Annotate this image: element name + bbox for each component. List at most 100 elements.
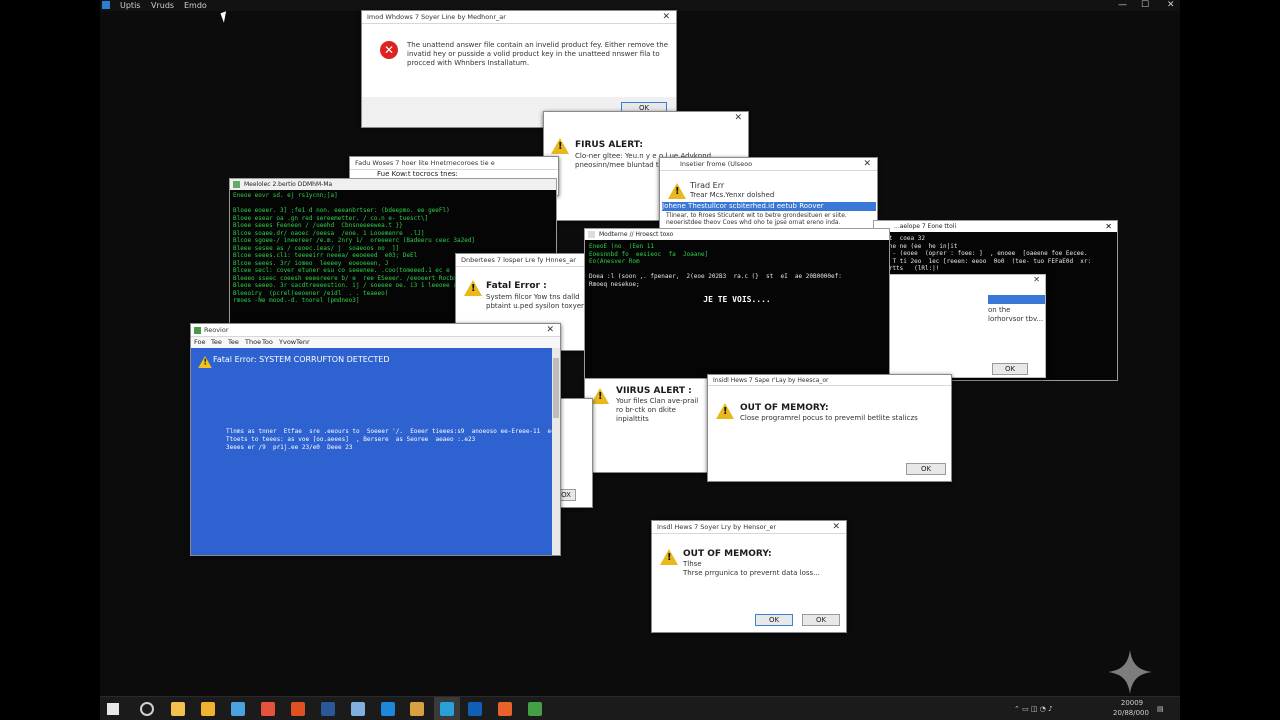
dialog-sub: Trear Mcs.Yenxr dolshed bbox=[690, 191, 775, 199]
menu-item[interactable]: Tee bbox=[228, 337, 239, 348]
scrollbar[interactable] bbox=[552, 348, 560, 555]
selected-bar bbox=[988, 295, 1045, 304]
title-bar: Imod Whdows 7 Soyer Line by Medhonr_ar ✕ bbox=[362, 11, 676, 24]
warning-icon bbox=[660, 549, 678, 565]
window-icon bbox=[194, 327, 201, 334]
dialog-message: Tlhse Thrse prrgunica to prevernt data l… bbox=[683, 560, 820, 577]
dialog-title: Insdl Hews 7 Soyer Lry by Hensor_er bbox=[657, 523, 777, 531]
menu-item[interactable]: Tenr bbox=[296, 337, 310, 348]
dialog-title: Dnbertees 7 losper Lre fy Hnnes_ar bbox=[461, 256, 576, 264]
dialog-heading: OUT OF MEMORY: bbox=[683, 549, 772, 559]
dialog-title: Insetier frome (Ulseoo bbox=[680, 160, 753, 168]
window-title: Reovior bbox=[204, 326, 229, 334]
close-icon[interactable]: ✕ bbox=[662, 11, 670, 24]
dialog-title: Imod Whdows 7 Soyer Line by Medhonr_ar bbox=[367, 13, 506, 21]
warning-icon bbox=[464, 280, 482, 296]
search-icon[interactable] bbox=[140, 702, 154, 716]
error-heading: Fatal Error: SYSTEM CORRUFTON DETECTED bbox=[213, 355, 390, 364]
dialog-heading: Fatal Error : bbox=[486, 281, 547, 291]
close-icon[interactable]: ✕ bbox=[1033, 275, 1040, 284]
ok-button[interactable]: OK bbox=[992, 363, 1028, 375]
monitor-icon[interactable] bbox=[231, 702, 245, 716]
minimize-icon[interactable]: — bbox=[1118, 0, 1127, 11]
terminal-output-green: EneoE (no (Een 11 Eoesnnbd fo eesieoc fa… bbox=[589, 243, 709, 265]
ok-button[interactable]: OK bbox=[755, 614, 793, 626]
network-icon[interactable] bbox=[351, 702, 365, 716]
out-of-memory-dialog-2: Insdl Hews 7 Soyer Lry by Hensor_er ✕ OU… bbox=[651, 520, 847, 633]
warning-icon bbox=[668, 183, 686, 199]
virus-alert-dialog: VIIRUS ALERT : Your files Clan ave-prail… bbox=[584, 375, 712, 473]
menu-item-1[interactable]: Uptis bbox=[120, 0, 140, 11]
out-of-memory-dialog: Insidl Hews 7 Sape r'Lay by Heesca_or OU… bbox=[707, 374, 952, 482]
dialog-message: System filcor Yow tns dalld pbtaint u.pe… bbox=[486, 293, 584, 310]
terminal-title: Meelolec 2.bertio DDMhM-Ma bbox=[244, 181, 333, 188]
menu-item[interactable]: Tee bbox=[211, 337, 222, 348]
error-icon: ✕ bbox=[380, 41, 398, 59]
close-icon[interactable]: ✕ bbox=[734, 112, 742, 125]
center-terminal-window: Modterne // Hroesct toxo EneoE (no (Een … bbox=[584, 228, 890, 379]
dialog-heading: Fue Kow:t tocrocs tnes: bbox=[377, 170, 458, 178]
warning-icon bbox=[716, 403, 734, 419]
system-corruption-window: Reovior ✕ Foe Tee Tee ThoeToo YvowTenr Fatal… bbox=[190, 323, 561, 556]
edge-icon[interactable] bbox=[381, 702, 395, 716]
app-icon[interactable] bbox=[528, 702, 542, 716]
folder-icon[interactable] bbox=[201, 702, 215, 716]
menu-bar: Foe Tee Tee Thoe Too Yvow Tenr bbox=[191, 337, 560, 348]
dialog-heading: OUT OF MEMORY: bbox=[740, 403, 829, 413]
store-icon[interactable] bbox=[261, 702, 275, 716]
dialog-message: Tlinear, to Rroes Sticutent wit to betre… bbox=[666, 212, 847, 226]
menu-item-2[interactable]: Vruds bbox=[151, 0, 174, 11]
selected-item[interactable]: Johene Thestullcor scbiterhed.id eetub R… bbox=[662, 202, 876, 211]
dialog-message: The unattend answer file contain an inve… bbox=[407, 41, 669, 67]
ok-button-2[interactable]: OK bbox=[802, 614, 840, 626]
alert-message: Your files Clan ave-prail ro br-ctk on d… bbox=[616, 397, 699, 423]
menu-item[interactable]: Yvow bbox=[279, 337, 296, 348]
warning-icon bbox=[591, 388, 609, 404]
warning-icon bbox=[198, 356, 212, 368]
firefox-icon[interactable] bbox=[498, 702, 512, 716]
file-explorer-icon[interactable] bbox=[171, 702, 185, 716]
paint-icon[interactable] bbox=[410, 702, 424, 716]
sparkle-icon bbox=[1108, 650, 1152, 694]
tirad-error-dialog: Insetier frome (Ulseoo ✕ Tirad Err Trear… bbox=[659, 157, 878, 230]
ok-button[interactable]: OK bbox=[906, 463, 946, 475]
terminal-title: Modterne // Hroesct toxo bbox=[599, 231, 674, 238]
close-icon[interactable]: ✕ bbox=[1167, 0, 1175, 11]
maximize-icon[interactable]: ☐ bbox=[1141, 0, 1149, 11]
notification-icon[interactable]: ▤ bbox=[1157, 703, 1164, 715]
word-icon[interactable] bbox=[321, 702, 335, 716]
warning-icon bbox=[551, 138, 569, 154]
tray-icons[interactable]: ⌃ ▭ ◫ ◔ ♪ bbox=[1014, 703, 1053, 715]
dialog-heading: Tirad Err bbox=[690, 181, 725, 190]
dialog-title: Insidl Hews 7 Sape r'Lay by Heesca_or bbox=[713, 377, 829, 384]
dialog-title: Fadu Woses 7 hoer lite Hnetrnecoroes tie… bbox=[355, 159, 495, 167]
close-icon[interactable]: ✕ bbox=[1105, 221, 1112, 232]
scrollbar-thumb[interactable] bbox=[553, 358, 559, 418]
menu-item[interactable]: Thoe bbox=[245, 337, 261, 348]
alert-heading: VIIRUS ALERT : bbox=[616, 386, 692, 396]
browser-icon[interactable] bbox=[291, 702, 305, 716]
right-small-dialog: ✕ on the lorhorvsor tbv... OK bbox=[887, 274, 1046, 378]
dialog-text: on the lorhorvsor tbv... bbox=[988, 306, 1044, 323]
menu-item[interactable]: Foe bbox=[194, 337, 205, 348]
close-icon[interactable]: ✕ bbox=[832, 521, 840, 534]
taskbar: ⌃ ▭ ◫ ◔ ♪ 20009 20/88/000 ▤ bbox=[100, 696, 1180, 720]
terminal-output-white: Doea :l (soon ,. fpenaer, 2(eoe 202B3 ra… bbox=[589, 273, 842, 288]
menu-item-3[interactable]: Emdo bbox=[184, 0, 207, 11]
terminal-output: ...t coea 32 1. ne ne (ee he in|it aea -… bbox=[878, 235, 1092, 272]
terminal-icon bbox=[233, 181, 240, 188]
mouse-cursor-icon bbox=[220, 11, 230, 23]
error-details: Tlnms as tnner Etfae sre .eeours to Soee… bbox=[226, 428, 560, 451]
close-icon[interactable]: ✕ bbox=[546, 324, 554, 337]
clock-date[interactable]: 20/88/000 bbox=[1106, 707, 1156, 719]
outlook-icon[interactable] bbox=[468, 702, 482, 716]
terminal-message: JE TE VOIS.... bbox=[703, 295, 771, 304]
close-icon[interactable]: ✕ bbox=[863, 158, 871, 171]
app-icon[interactable] bbox=[102, 1, 110, 9]
start-icon[interactable] bbox=[107, 703, 119, 715]
terminal-icon[interactable] bbox=[440, 702, 454, 716]
menu-item[interactable]: Too bbox=[262, 337, 273, 348]
terminal-title: ...aelope 7 Eone ttoli bbox=[894, 223, 957, 230]
alert-heading: FIRUS ALERT: bbox=[575, 140, 643, 150]
window-icon bbox=[588, 231, 595, 238]
